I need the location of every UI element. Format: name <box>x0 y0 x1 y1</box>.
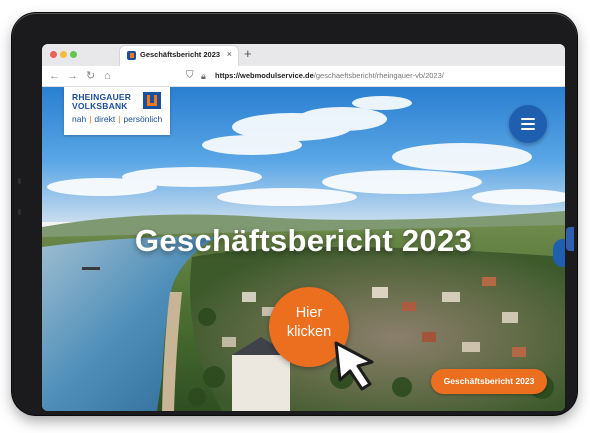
mouse-pointer-icon <box>334 341 374 391</box>
tablet-side-button <box>18 209 21 215</box>
logo-tagline: nah | direkt | persönlich <box>72 114 162 124</box>
volksbank-favicon-icon <box>127 51 136 60</box>
lock-icon[interactable]: 🔒︎ <box>201 69 206 83</box>
url-domain: https://webmodulservice.de <box>215 71 314 80</box>
browser-tab[interactable]: Geschäftsbericht 2023 × <box>120 46 238 66</box>
browser-nav-bar: ← → ↻ ⌂ ⛉ 🔒︎ https://webmodulservice.de/… <box>42 66 565 87</box>
tagline-direkt: direkt <box>94 114 116 124</box>
address-bar[interactable]: https://webmodulservice.de/geschaeftsber… <box>215 70 444 82</box>
web-page: RHEINGAUER VOLKSBANK nah | direkt | persönli… <box>42 87 565 411</box>
close-window-button[interactable] <box>50 51 57 58</box>
tagline-nah: nah <box>72 114 87 124</box>
hamburger-menu-icon[interactable] <box>509 105 547 143</box>
tab-close-icon[interactable]: × <box>227 49 232 59</box>
menu-bar <box>521 128 535 130</box>
menu-bar <box>521 118 535 120</box>
maximize-window-button[interactable] <box>70 51 77 58</box>
tablet-edge-tab <box>566 227 574 251</box>
volksbank-mark-icon <box>143 92 161 109</box>
geschaeftsbericht-button[interactable]: Geschäftsbericht 2023 <box>431 369 547 394</box>
tablet-frame: Geschäftsbericht 2023 × + ← → ↻ ⌂ ⛉ 🔒︎ h… <box>12 13 577 415</box>
minimize-window-button[interactable] <box>60 51 67 58</box>
tablet-screen: Geschäftsbericht 2023 × + ← → ↻ ⌂ ⛉ 🔒︎ h… <box>42 44 565 411</box>
arrow-right-icon[interactable]: → <box>67 68 78 84</box>
tagline-persoenlich: persönlich <box>123 114 163 124</box>
shield-icon[interactable]: ⛉ <box>186 69 194 83</box>
tab-title: Geschäftsbericht 2023 <box>140 50 221 59</box>
home-icon[interactable]: ⌂ <box>104 68 111 84</box>
logo-name-line2: VOLKSBANK <box>72 101 128 111</box>
browser-tab-bar: Geschäftsbericht 2023 × + <box>42 44 565 66</box>
arrow-left-icon[interactable]: ← <box>49 68 60 84</box>
cta-label: Hier klicken <box>269 304 349 342</box>
url-path: /geschaeftsbericht/rheingauer-vb/2023/ <box>313 71 444 80</box>
volksbank-logo[interactable]: RHEINGAUER VOLKSBANK nah | direkt | persönli… <box>64 87 170 135</box>
menu-bar <box>521 123 535 125</box>
cta-line1: Hier <box>295 305 323 321</box>
page-headline: Geschäftsbericht 2023 <box>134 223 473 258</box>
reload-icon[interactable]: ↻ <box>86 68 95 84</box>
tablet-side-button <box>18 178 21 184</box>
new-tab-button[interactable]: + <box>244 46 252 62</box>
